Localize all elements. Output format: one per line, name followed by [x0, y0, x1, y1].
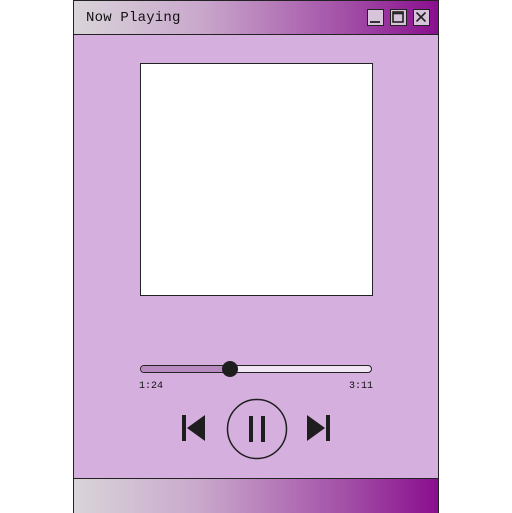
skip-previous-icon: [182, 415, 205, 441]
title-bar[interactable]: Now Playing: [74, 1, 438, 35]
close-button[interactable]: [413, 9, 430, 26]
player-window: Now Playing 1:24 3:11: [73, 0, 439, 513]
progress-slider[interactable]: [140, 361, 372, 377]
next-track-button[interactable]: [305, 414, 331, 442]
elapsed-time: 1:24: [139, 381, 164, 392]
play-pause-button[interactable]: [226, 398, 288, 460]
progress-knob[interactable]: [222, 361, 238, 377]
album-art: [140, 63, 373, 296]
close-icon: [415, 11, 427, 23]
status-bar: [74, 478, 438, 513]
maximize-icon: [392, 11, 404, 23]
window-title: Now Playing: [86, 10, 181, 26]
minimize-button[interactable]: [367, 9, 384, 26]
maximize-button[interactable]: [390, 9, 407, 26]
previous-track-button[interactable]: [181, 414, 207, 442]
total-time: 3:11: [349, 381, 374, 392]
progress-fill: [141, 366, 230, 372]
pause-icon: [226, 398, 288, 460]
skip-next-icon: [307, 415, 330, 441]
minimize-icon: [370, 21, 380, 23]
